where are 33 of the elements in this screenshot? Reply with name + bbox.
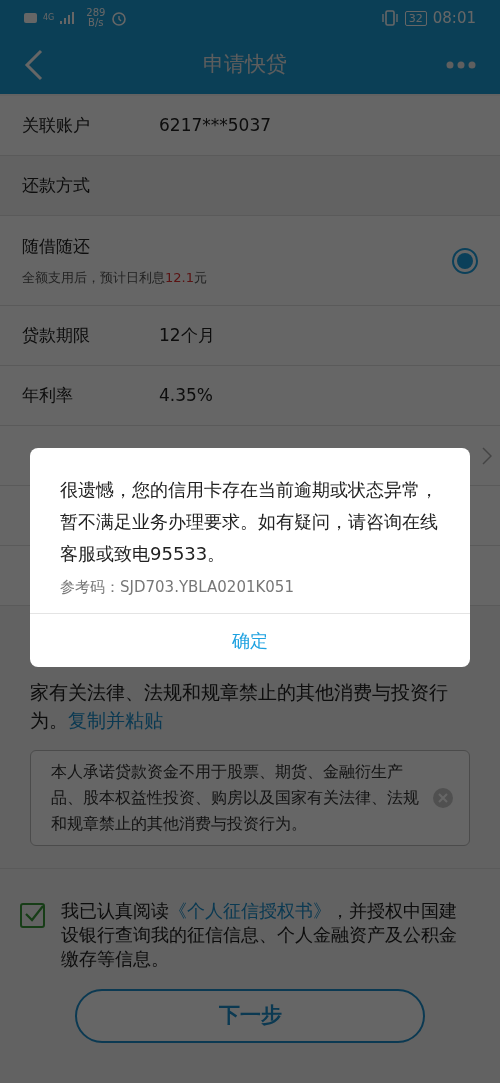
checkbox[interactable] [20, 903, 45, 928]
next-button[interactable]: 下一步 [75, 989, 425, 1043]
field-value: 4.35% [159, 383, 213, 407]
agreement-text: 我已认真阅读《个人征信授权书》，并授权中国建设银行查询我的征信信息、个人金融资产及公积金缴存等信息。 [61, 899, 458, 971]
reference-code: 参考码：SJD703.YBLA0201K051 [59, 577, 295, 598]
signal-icon [60, 12, 77, 24]
section-label: 还款方式 [22, 173, 90, 197]
pledge-input[interactable]: 本人承诺贷款资金不用于股票、期货、金融衍生产品、股本权益性投资、购房以及国家有关法律、法规和规章禁止的其他消费与投资行为。 [30, 750, 470, 846]
option-label: 随借随还 [22, 235, 91, 258]
page-title: 申请快贷 [203, 51, 287, 79]
confirm-button[interactable]: 确定 [30, 612, 470, 667]
speed-value: 289 [86, 8, 106, 18]
copy-paste-link[interactable]: 复制并粘贴 [68, 709, 163, 731]
radio-button[interactable] [452, 247, 478, 274]
back-icon[interactable] [24, 49, 44, 81]
pledge-text: 家有关法律、法规和规章禁止的其他消费与投资行为。复制并粘贴 [30, 680, 449, 733]
alarm-icon [111, 10, 128, 26]
vibrate-icon [380, 10, 399, 26]
option-note: 全额支用后，预计日利息12.1元 [22, 268, 207, 287]
dialog-message: 很遗憾，您的信用卡存在当前逾期或状态异常，暂不满足业务办理要求。如有疑问，请咨询在线客服或致电95533。 [59, 478, 439, 566]
chevron-icon [482, 446, 492, 465]
clock: 08:01 [432, 7, 476, 29]
field-label: 年利率 [22, 383, 74, 407]
field-label: 关联账户 [22, 113, 91, 137]
more-icon[interactable] [446, 61, 476, 69]
credit-authorization-link[interactable]: 《个人征信授权书》 [169, 900, 331, 921]
field-value: 6217***5037 [159, 113, 272, 137]
battery-level: 32 [404, 10, 427, 26]
hd-icon [24, 13, 37, 23]
field-label: 贷款期限 [22, 323, 91, 347]
speed-unit: B/s [88, 18, 104, 28]
field-value: 12个月 [159, 323, 215, 347]
network-label: 4G [43, 12, 55, 24]
